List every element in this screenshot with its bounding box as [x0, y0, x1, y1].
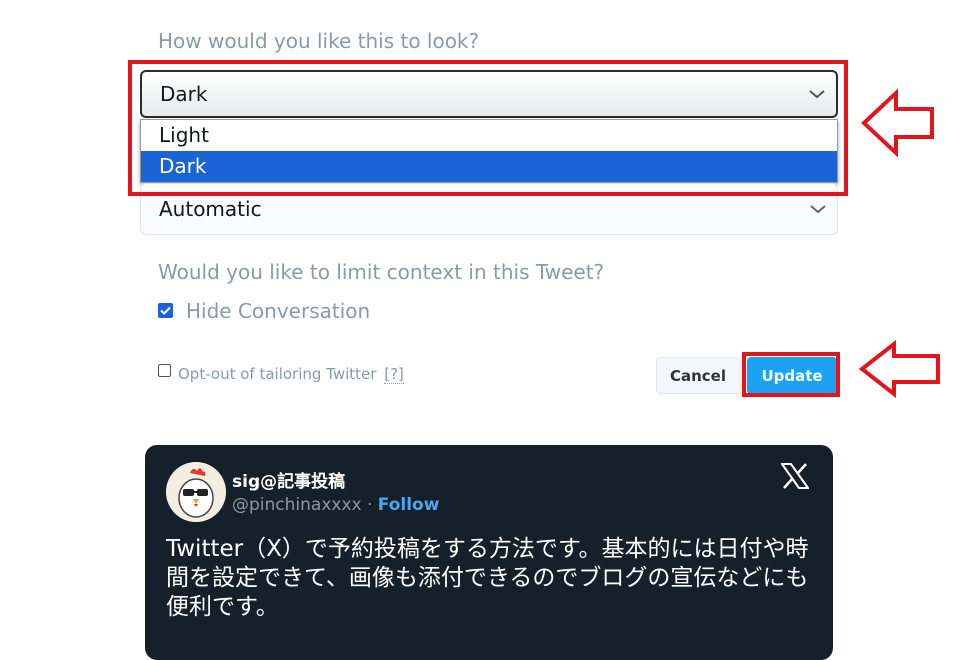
- cancel-button[interactable]: Cancel: [656, 357, 740, 394]
- arrow-left-icon: [858, 340, 940, 398]
- optout-help-link[interactable]: [?]: [384, 365, 404, 384]
- avatar[interactable]: [166, 462, 226, 522]
- tweet-text: Twitter（X）で予約投稿をする方法です。基本的には日付や時間を設定できて、…: [166, 536, 809, 620]
- check-icon: [160, 306, 171, 315]
- tweet-embed-card: sig@記事投稿 @pinchinaxxxx · Follow Twitter（…: [145, 445, 833, 660]
- arrow-left-icon: [861, 88, 934, 158]
- annotation-box-update: [742, 352, 840, 397]
- language-select-value: Automatic: [159, 197, 262, 221]
- optout-label: Opt-out of tailoring Twitter: [178, 365, 377, 383]
- chicken-avatar-icon: [166, 462, 226, 522]
- tweet-handle-row: @pinchinaxxxx · Follow: [232, 495, 439, 515]
- follow-link[interactable]: Follow: [378, 495, 440, 515]
- optout-row: Opt-out of tailoring Twitter [?]: [178, 365, 404, 384]
- hide-conversation-label[interactable]: Hide Conversation: [186, 299, 370, 323]
- context-question-label: Would you like to limit context in this …: [158, 260, 605, 284]
- theme-question-label: How would you like this to look?: [158, 29, 480, 53]
- optout-checkbox[interactable]: [158, 364, 171, 377]
- chevron-down-icon: [810, 205, 826, 214]
- hide-conversation-checkbox[interactable]: [158, 303, 173, 318]
- tweet-display-name[interactable]: sig@記事投稿: [232, 467, 345, 492]
- tweet-handle[interactable]: @pinchinaxxxx: [232, 495, 362, 515]
- annotation-box-dropdown: [128, 60, 848, 196]
- x-logo-icon[interactable]: [781, 463, 809, 489]
- separator: ·: [366, 495, 373, 515]
